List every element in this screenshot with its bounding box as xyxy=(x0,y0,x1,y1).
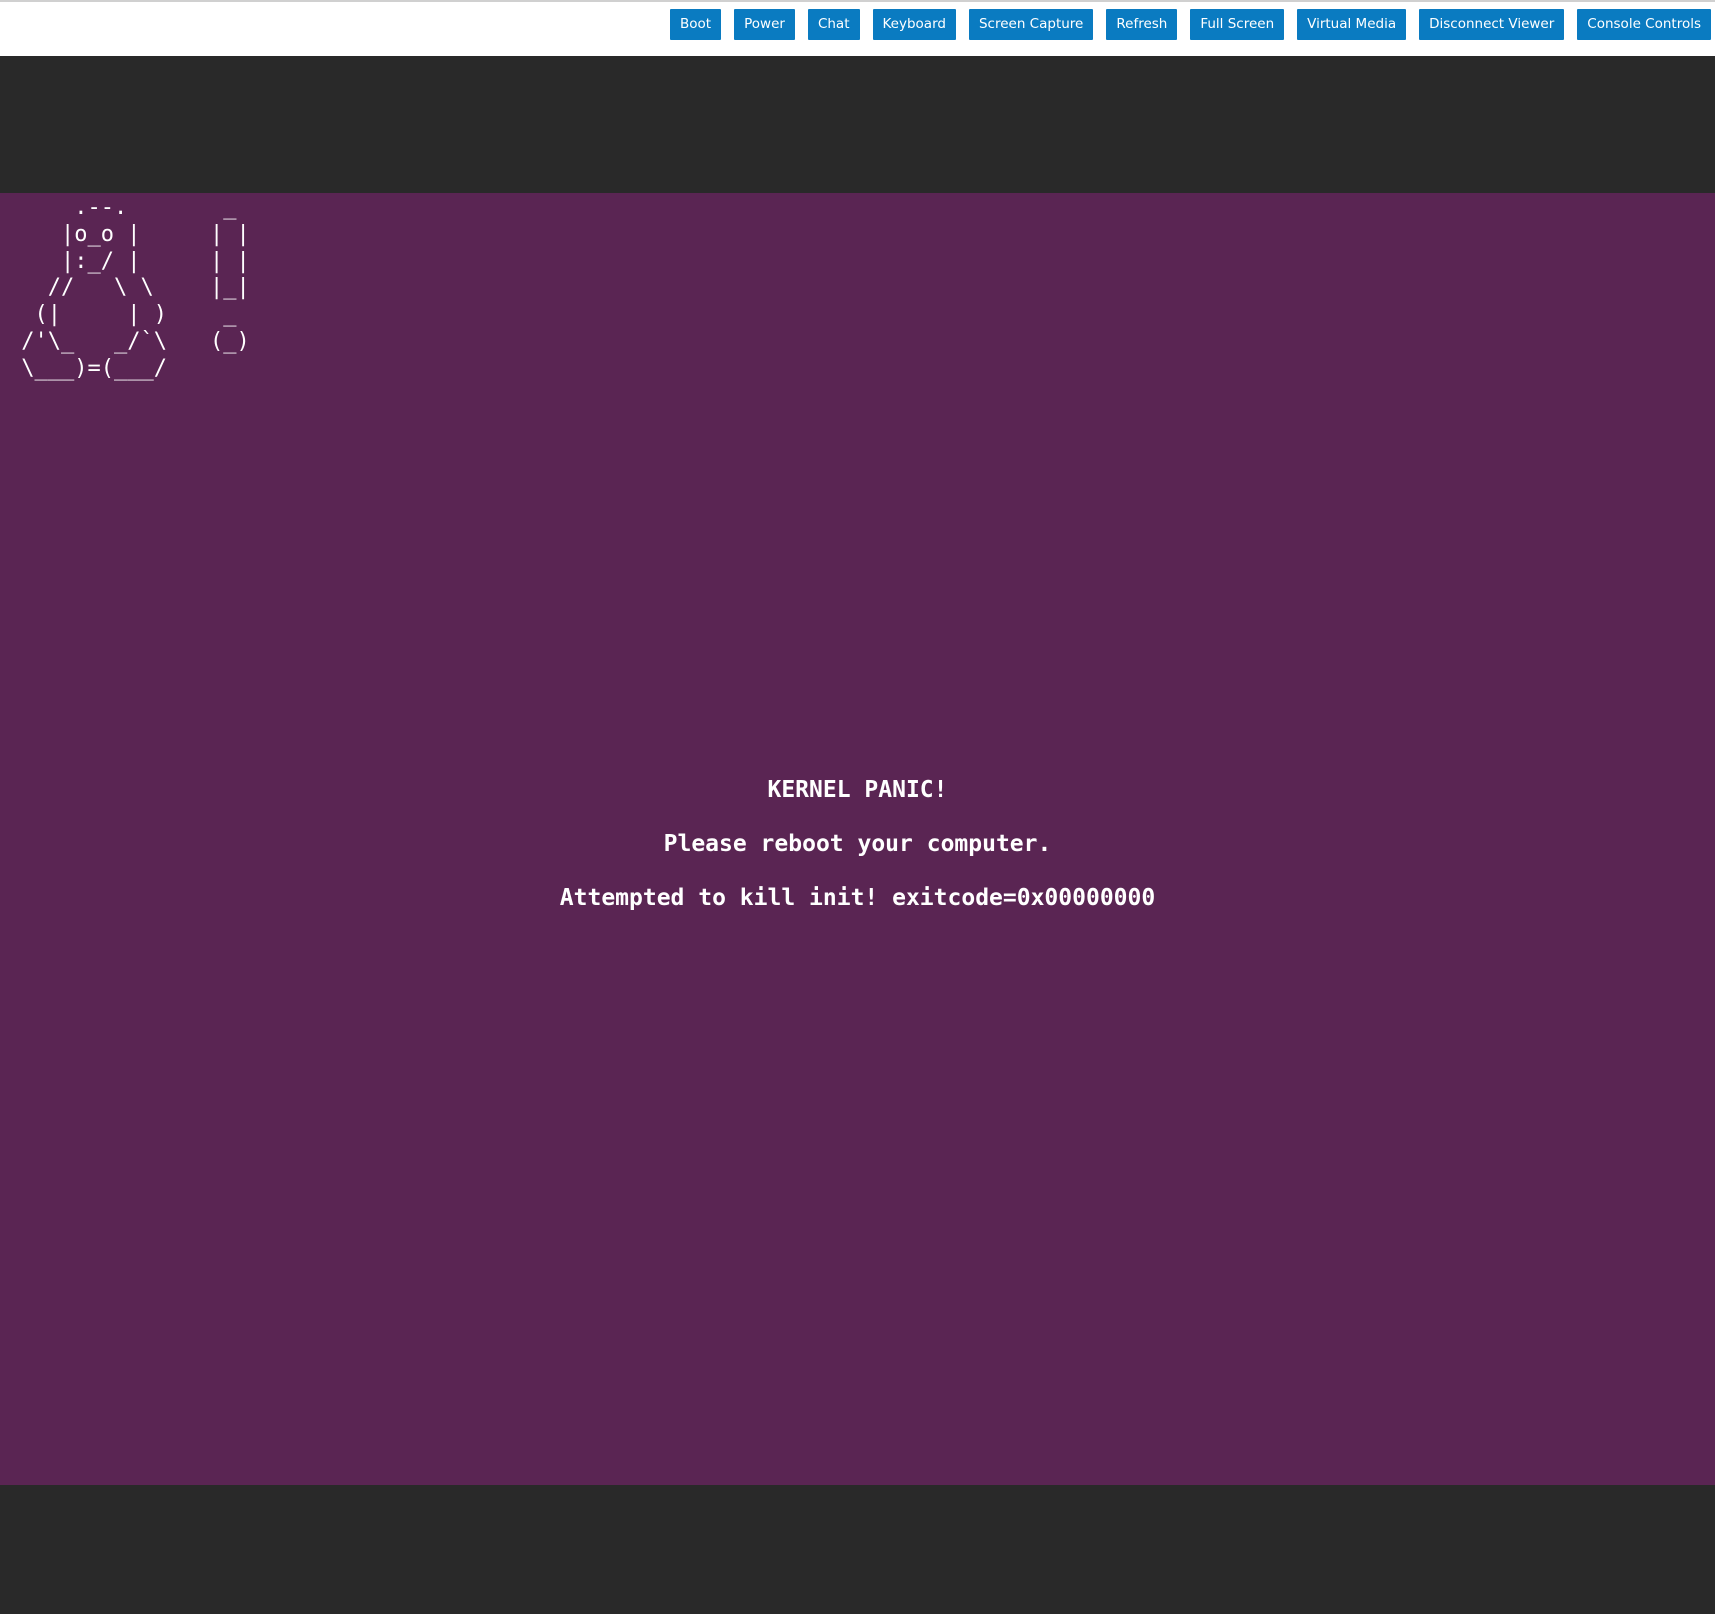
kernel-panic-message: KERNEL PANIC! Please reboot your compute… xyxy=(0,763,1715,925)
console-controls-button[interactable]: Console Controls xyxy=(1577,9,1711,40)
full-screen-button[interactable]: Full Screen xyxy=(1190,9,1285,40)
boot-button[interactable]: Boot xyxy=(670,9,722,40)
refresh-button[interactable]: Refresh xyxy=(1106,9,1178,40)
chat-button[interactable]: Chat xyxy=(807,9,860,40)
panic-detail: Attempted to kill init! exitcode=0x00000… xyxy=(559,885,1156,911)
keyboard-button[interactable]: Keyboard xyxy=(872,9,956,40)
viewer-letterbox-bottom xyxy=(0,1485,1715,1614)
panic-instruction: Please reboot your computer. xyxy=(663,831,1052,857)
viewer-toolbar: Boot Power Chat Keyboard Screen Capture … xyxy=(670,9,1711,40)
virtual-media-button[interactable]: Virtual Media xyxy=(1297,9,1407,40)
panic-title: KERNEL PANIC! xyxy=(767,777,948,803)
ascii-exclamation-mark: _ | | | | |_| _ (_) xyxy=(210,195,250,354)
screen-capture-button[interactable]: Screen Capture xyxy=(968,9,1094,40)
ascii-tux-penguin: .--. |o_o | |:_/ | // \ \ (| | ) /'\_ _/… xyxy=(21,195,167,381)
disconnect-viewer-button[interactable]: Disconnect Viewer xyxy=(1419,9,1565,40)
viewer-toolbar-bar: Boot Power Chat Keyboard Screen Capture … xyxy=(0,0,1715,56)
remote-console-screen[interactable]: .--. |o_o | |:_/ | // \ \ (| | ) /'\_ _/… xyxy=(0,193,1715,1485)
power-button[interactable]: Power xyxy=(734,9,795,40)
viewer-letterbox-top xyxy=(0,56,1715,193)
